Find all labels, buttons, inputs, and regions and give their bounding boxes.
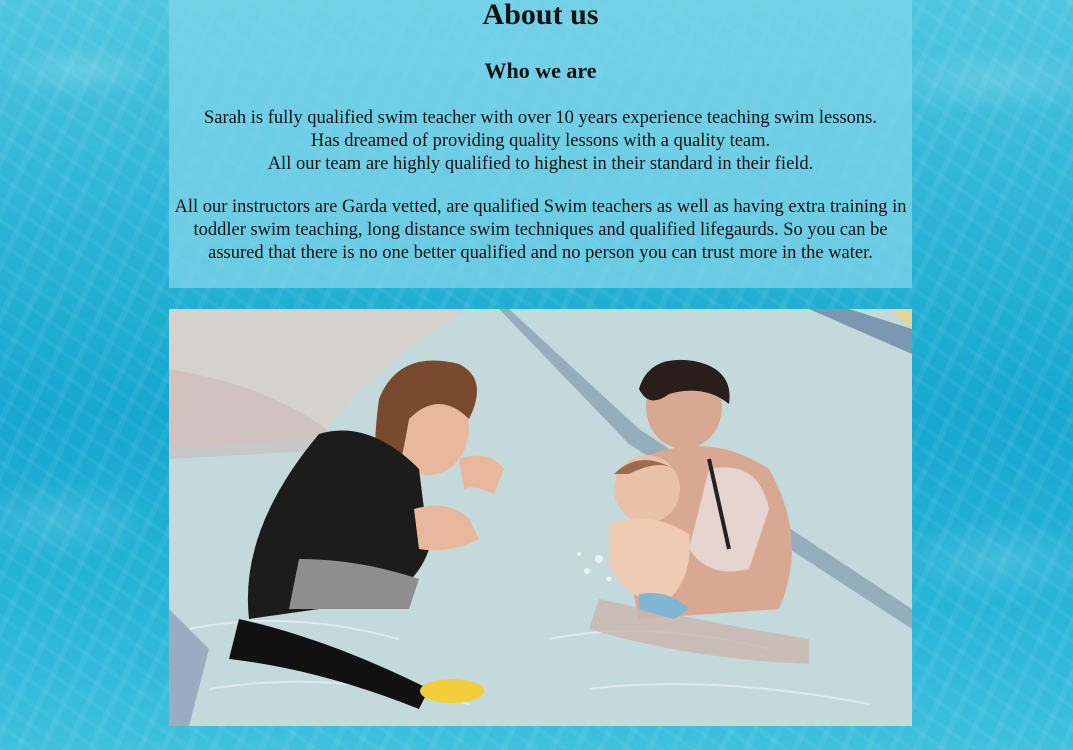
intro-line: Sarah is fully qualified swim teacher wi… bbox=[204, 108, 877, 128]
section-heading: Who we are bbox=[484, 58, 597, 83]
page-title: About us bbox=[482, 0, 599, 31]
intro-line: All our team are highly qualified to hig… bbox=[267, 154, 814, 174]
instructors-paragraph: All our instructors are Garda vetted, ar… bbox=[174, 197, 907, 263]
intro-paragraph: Sarah is fully qualified swim teacher wi… bbox=[169, 107, 912, 176]
intro-line: Has dreamed of providing quality lessons… bbox=[310, 131, 771, 151]
about-panel: About us Who we are Sarah is fully quali… bbox=[169, 0, 912, 288]
swim-lesson-photo bbox=[169, 309, 912, 726]
